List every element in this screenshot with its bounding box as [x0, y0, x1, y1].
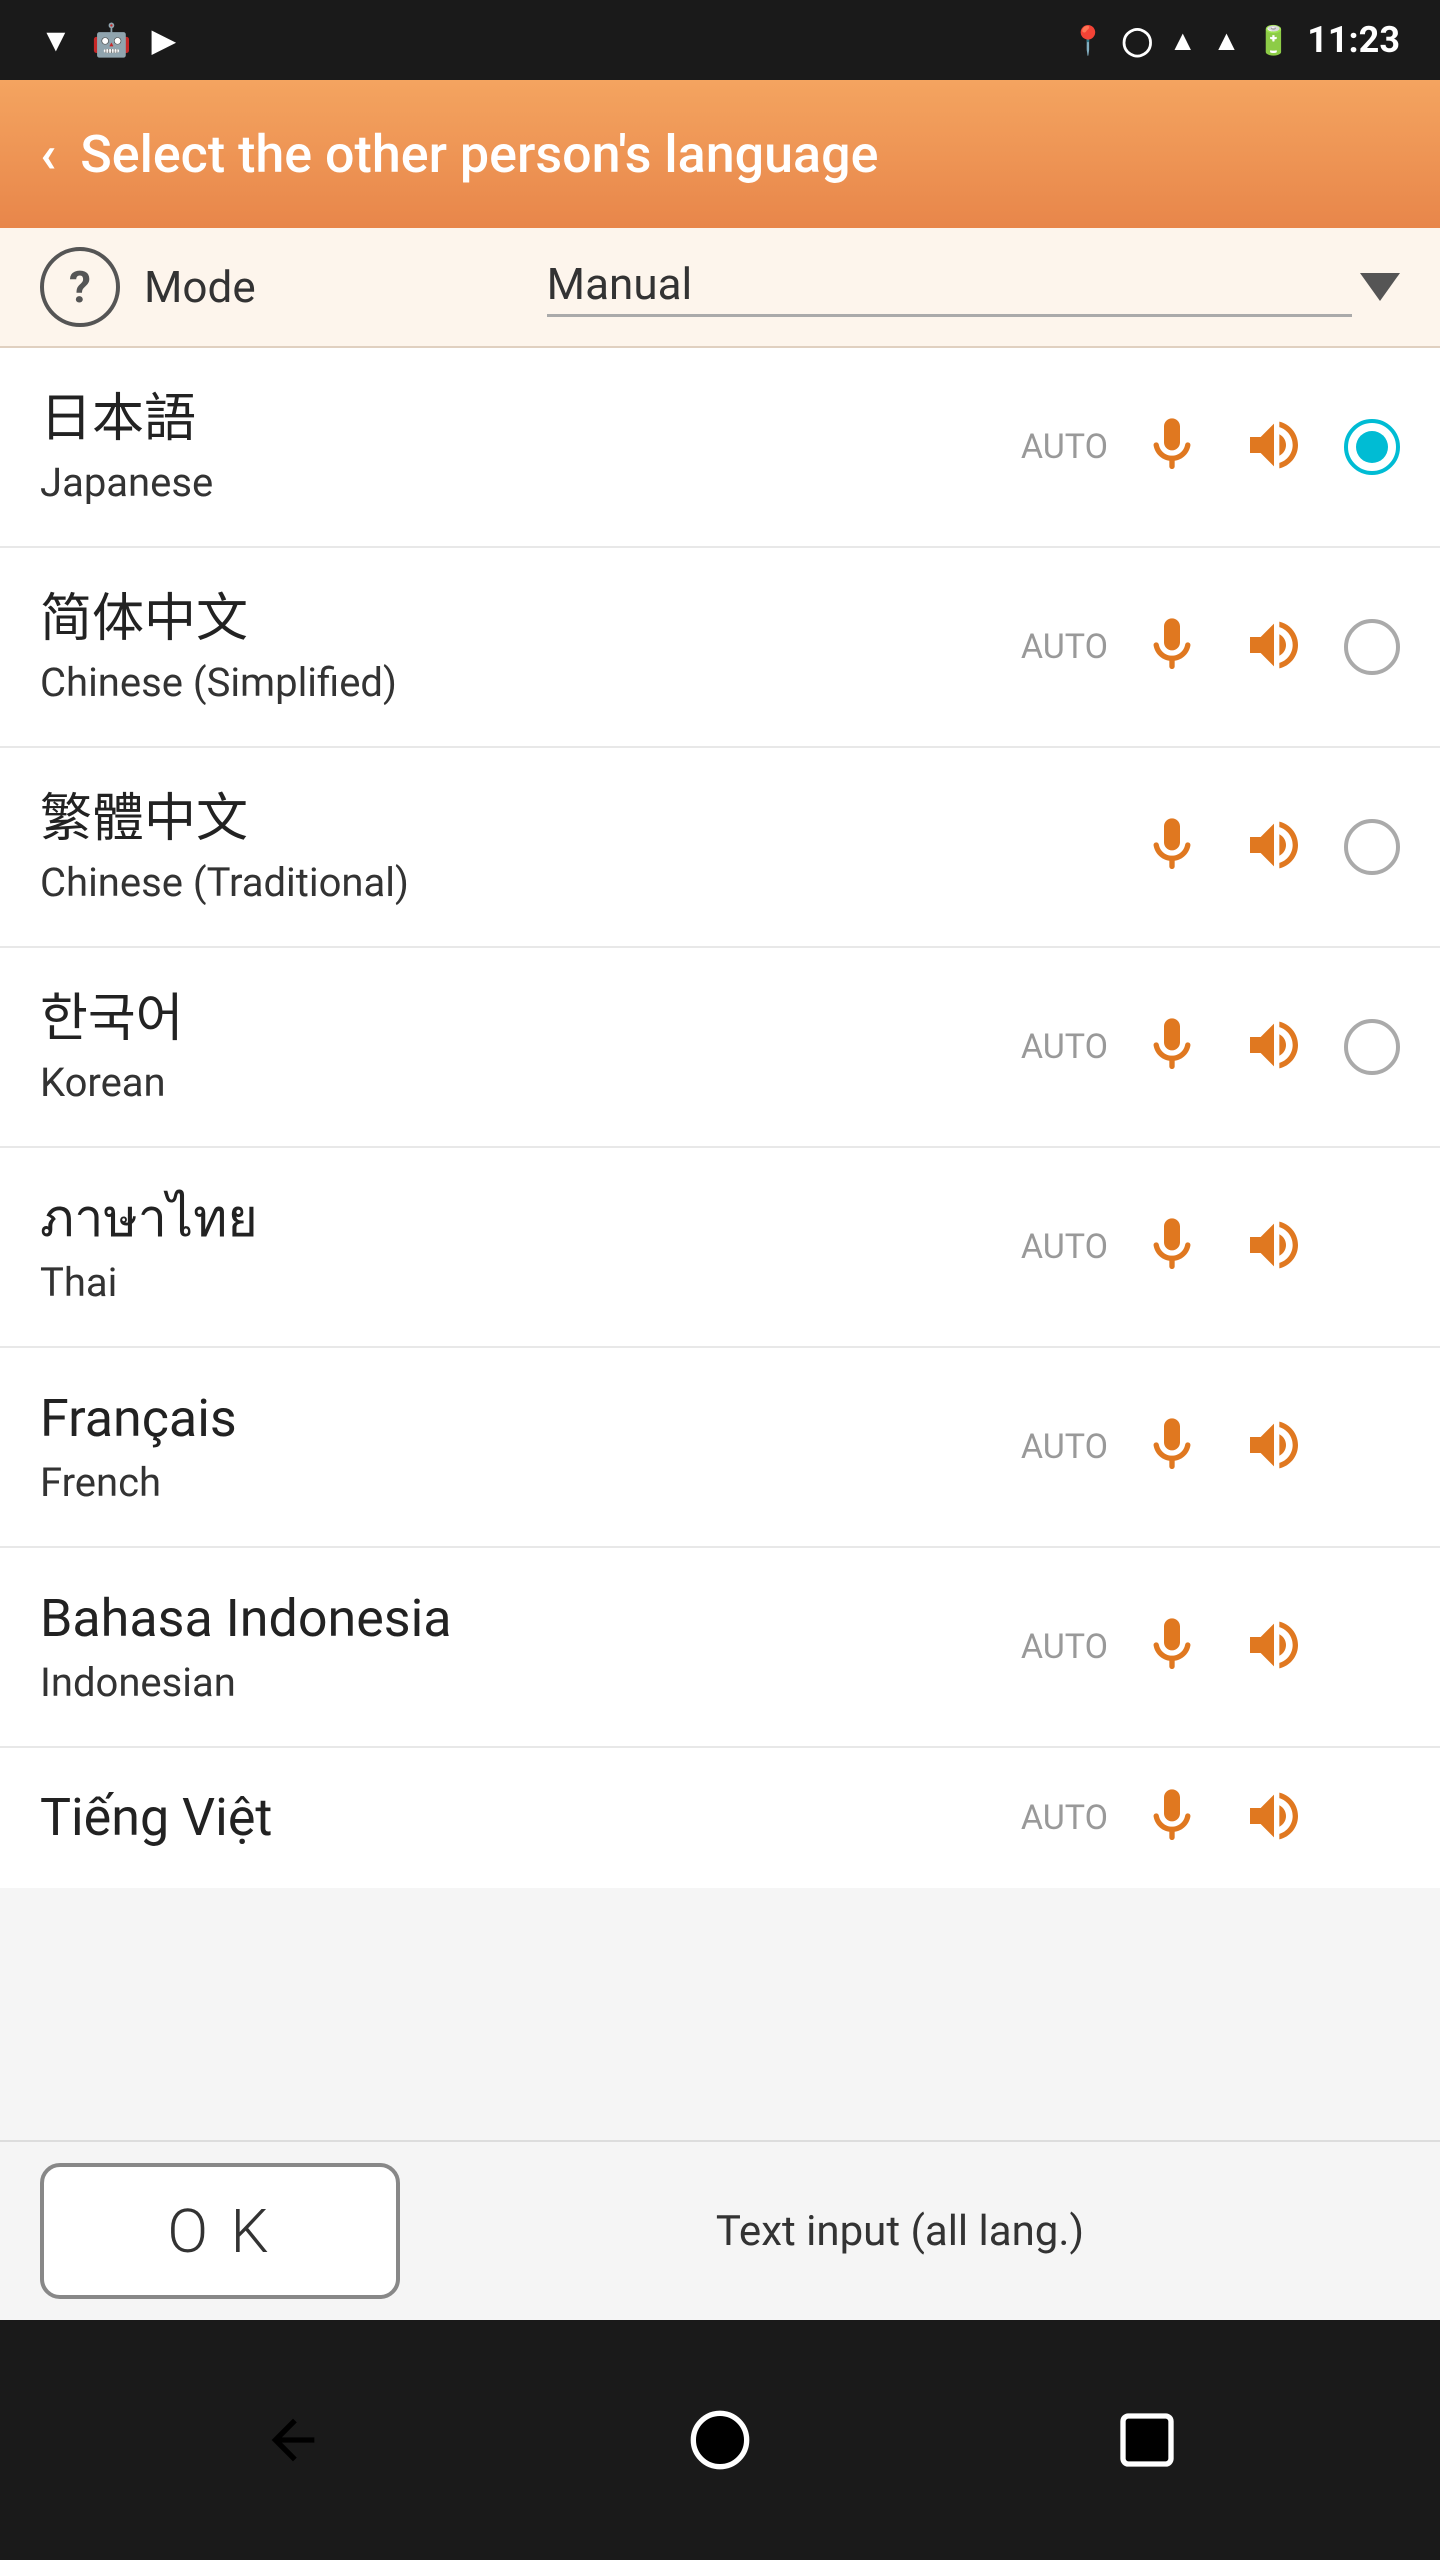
- mic-icon-thai[interactable]: [1140, 1213, 1204, 1281]
- radio-button-chinese-simplified[interactable]: [1344, 619, 1400, 675]
- language-text-vietnamese: Tiếng Việt: [40, 1787, 1021, 1849]
- language-controls-japanese: AUTO: [1021, 413, 1400, 481]
- language-native-french: Français: [40, 1388, 1021, 1450]
- language-english-japanese: Japanese: [40, 459, 1021, 506]
- language-english-indonesian: Indonesian: [40, 1659, 1021, 1706]
- speaker-icon-french[interactable]: [1236, 1413, 1312, 1481]
- time-display: 11:23: [1307, 19, 1400, 61]
- language-item-chinese-traditional[interactable]: 繁體中文 Chinese (Traditional): [0, 748, 1440, 948]
- radio-button-chinese-traditional[interactable]: [1344, 819, 1400, 875]
- auto-label-french: AUTO: [1021, 1427, 1108, 1467]
- mode-bar: ? Mode Manual: [0, 228, 1440, 348]
- auto-label-thai: AUTO: [1021, 1227, 1108, 1267]
- mic-icon-chinese-simplified[interactable]: [1140, 613, 1204, 681]
- status-icons-right: 📍 ◯ ▲ ▲ 🔋 11:23: [1071, 19, 1400, 61]
- language-native-vietnamese: Tiếng Việt: [40, 1787, 1021, 1849]
- language-native-thai: ภาษาไทย: [40, 1188, 1021, 1250]
- auto-label-indonesian: AUTO: [1021, 1627, 1108, 1667]
- radio-spacer-indonesian: [1344, 1619, 1400, 1675]
- recents-nav-button[interactable]: [1115, 2408, 1179, 2472]
- language-item-japanese[interactable]: 日本語 Japanese AUTO: [0, 348, 1440, 548]
- status-bar: ▼ 🤖 ▶ 📍 ◯ ▲ ▲ 🔋 11:23: [0, 0, 1440, 80]
- text-input-label[interactable]: Text input (all lang.): [400, 2207, 1400, 2256]
- mic-icon-korean[interactable]: [1140, 1013, 1204, 1081]
- radio-button-korean[interactable]: [1344, 1019, 1400, 1075]
- back-nav-button[interactable]: [261, 2408, 325, 2472]
- speaker-icon-chinese-simplified[interactable]: [1236, 613, 1312, 681]
- mode-dropdown-arrow[interactable]: [1360, 273, 1400, 301]
- language-list: 日本語 Japanese AUTO 简体中文 Chinese (Simplifi…: [0, 348, 1440, 1888]
- mode-value[interactable]: Manual: [547, 258, 1352, 317]
- speaker-icon-vietnamese[interactable]: [1236, 1784, 1312, 1852]
- radio-spacer-thai: [1344, 1219, 1400, 1275]
- language-item-french[interactable]: Français French AUTO: [0, 1348, 1440, 1548]
- language-item-indonesian[interactable]: Bahasa Indonesia Indonesian AUTO: [0, 1548, 1440, 1748]
- header: ‹ Select the other person's language: [0, 80, 1440, 228]
- page-title: Select the other person's language: [80, 124, 878, 185]
- language-text-chinese-simplified: 简体中文 Chinese (Simplified): [40, 588, 1021, 705]
- language-item-chinese-simplified[interactable]: 简体中文 Chinese (Simplified) AUTO: [0, 548, 1440, 748]
- ok-button[interactable]: O K: [40, 2163, 400, 2299]
- language-native-japanese: 日本語: [40, 388, 1021, 450]
- language-native-chinese-traditional: 繁體中文: [40, 788, 1140, 850]
- mic-icon-chinese-traditional[interactable]: [1140, 813, 1204, 881]
- language-item-korean[interactable]: 한국어 Korean AUTO: [0, 948, 1440, 1148]
- language-english-chinese-traditional: Chinese (Traditional): [40, 859, 1140, 906]
- language-native-korean: 한국어: [40, 988, 1021, 1050]
- language-controls-french: AUTO: [1021, 1413, 1400, 1481]
- speaker-icon-korean[interactable]: [1236, 1013, 1312, 1081]
- language-text-french: Français French: [40, 1388, 1021, 1505]
- radio-spacer-vietnamese: [1344, 1790, 1400, 1846]
- language-item-thai[interactable]: ภาษาไทย Thai AUTO: [0, 1148, 1440, 1348]
- language-controls-vietnamese: AUTO: [1021, 1784, 1400, 1852]
- home-nav-button[interactable]: [688, 2408, 752, 2472]
- store-icon: ▶: [152, 21, 177, 59]
- language-native-chinese-simplified: 简体中文: [40, 588, 1021, 650]
- language-controls-chinese-traditional: [1140, 813, 1400, 881]
- language-controls-thai: AUTO: [1021, 1213, 1400, 1281]
- radio-spacer-french: [1344, 1419, 1400, 1475]
- language-english-korean: Korean: [40, 1059, 1021, 1106]
- battery-icon: 🔋: [1256, 24, 1291, 57]
- language-controls-chinese-simplified: AUTO: [1021, 613, 1400, 681]
- language-english-thai: Thai: [40, 1259, 1021, 1306]
- speaker-icon-japanese[interactable]: [1236, 413, 1312, 481]
- language-text-korean: 한국어 Korean: [40, 988, 1021, 1105]
- language-text-chinese-traditional: 繁體中文 Chinese (Traditional): [40, 788, 1140, 905]
- wifi-icon: ▲: [1169, 24, 1197, 57]
- mic-icon-japanese[interactable]: [1140, 413, 1204, 481]
- mode-label: Mode: [144, 261, 547, 313]
- speaker-icon-indonesian[interactable]: [1236, 1613, 1312, 1681]
- language-english-french: French: [40, 1459, 1021, 1506]
- speaker-icon-thai[interactable]: [1236, 1213, 1312, 1281]
- nav-bar: [0, 2320, 1440, 2560]
- auto-label-vietnamese: AUTO: [1021, 1798, 1108, 1838]
- language-native-indonesian: Bahasa Indonesia: [40, 1588, 1021, 1650]
- radio-button-japanese[interactable]: [1344, 419, 1400, 475]
- mic-icon-french[interactable]: [1140, 1413, 1204, 1481]
- bottom-bar: O K Text input (all lang.): [0, 2140, 1440, 2320]
- location-icon: 📍: [1071, 24, 1106, 57]
- android-icon: 🤖: [92, 21, 132, 59]
- status-icons-left: ▼ 🤖 ▶: [40, 21, 176, 59]
- language-text-thai: ภาษาไทย Thai: [40, 1188, 1021, 1305]
- auto-label-korean: AUTO: [1021, 1027, 1108, 1067]
- signal-icon: ▲: [1213, 24, 1241, 57]
- language-controls-korean: AUTO: [1021, 1013, 1400, 1081]
- language-text-indonesian: Bahasa Indonesia Indonesian: [40, 1588, 1021, 1705]
- auto-label-japanese: AUTO: [1021, 427, 1108, 467]
- speaker-icon-chinese-traditional[interactable]: [1236, 813, 1312, 881]
- mic-icon-indonesian[interactable]: [1140, 1613, 1204, 1681]
- sim-icon: ◯: [1122, 24, 1153, 57]
- language-item-vietnamese[interactable]: Tiếng Việt AUTO: [0, 1748, 1440, 1888]
- notification-icon: ▼: [40, 21, 72, 59]
- mic-icon-vietnamese[interactable]: [1140, 1784, 1204, 1852]
- language-controls-indonesian: AUTO: [1021, 1613, 1400, 1681]
- language-text-japanese: 日本語 Japanese: [40, 388, 1021, 505]
- auto-label-chinese-simplified: AUTO: [1021, 627, 1108, 667]
- back-button[interactable]: ‹: [40, 124, 56, 185]
- language-english-chinese-simplified: Chinese (Simplified): [40, 659, 1021, 706]
- help-button[interactable]: ?: [40, 247, 120, 327]
